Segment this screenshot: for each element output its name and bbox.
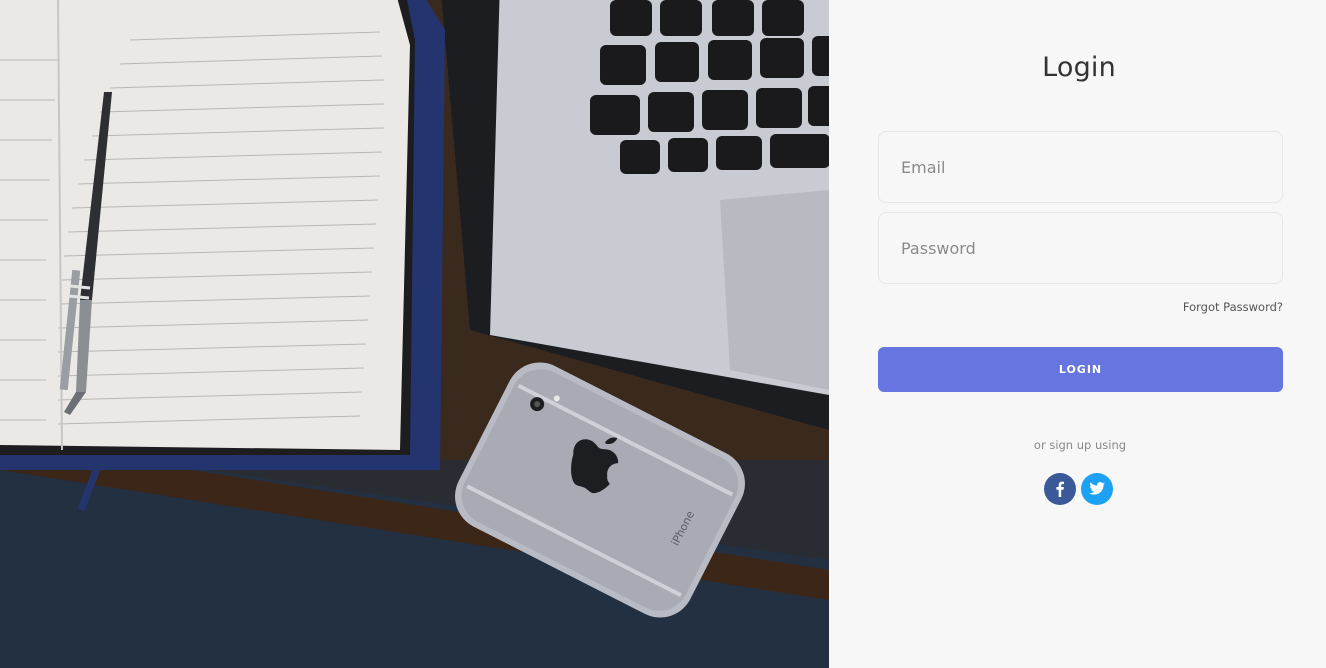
twitter-icon: [1089, 482, 1105, 495]
page-title: Login: [1042, 52, 1116, 83]
facebook-button[interactable]: [1044, 473, 1076, 505]
signup-text: or sign up using: [1033, 438, 1127, 452]
login-button[interactable]: LOGIN: [878, 347, 1283, 392]
hero-photo: iPhone: [0, 0, 829, 668]
email-field[interactable]: [878, 131, 1283, 203]
forgot-password-link[interactable]: Forgot Password?: [1183, 300, 1283, 314]
twitter-button[interactable]: [1081, 473, 1113, 505]
facebook-icon: [1056, 481, 1064, 497]
desk-photo-illustration: iPhone: [0, 0, 829, 668]
password-field[interactable]: [878, 212, 1283, 284]
login-page: iPhone Login Forgot Password? LOGIN or s…: [0, 0, 1326, 668]
login-panel: Login Forgot Password? LOGIN or sign up …: [829, 0, 1326, 668]
